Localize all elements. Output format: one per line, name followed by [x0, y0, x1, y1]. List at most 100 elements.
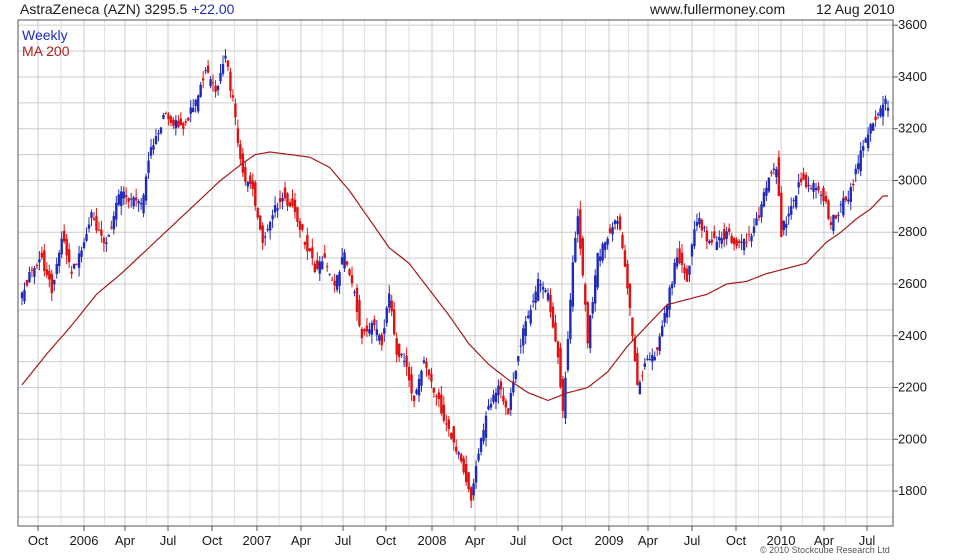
- candle-body: [693, 229, 696, 247]
- candle-body: [787, 213, 790, 217]
- x-tick-label: Jul: [684, 533, 701, 548]
- candle-body: [740, 241, 743, 243]
- candle-body: [460, 454, 463, 462]
- candle-body: [92, 218, 96, 220]
- candle-body: [886, 107, 890, 111]
- candle-body: [780, 192, 783, 238]
- candle-body: [259, 215, 262, 230]
- candle-body: [452, 426, 455, 443]
- legend-weekly: Weekly: [22, 27, 68, 43]
- candle-body: [268, 221, 272, 231]
- candle-body: [427, 369, 431, 376]
- candle-body: [507, 408, 510, 415]
- candle-body: [246, 181, 250, 187]
- candle-body: [802, 173, 805, 180]
- candle-body: [690, 244, 694, 257]
- candle-body: [596, 252, 599, 288]
- candle-body: [358, 300, 361, 326]
- candle-body: [162, 114, 165, 119]
- candle-body: [407, 366, 411, 381]
- candle-body: [839, 204, 843, 206]
- candle-body: [380, 334, 383, 346]
- candle-body: [311, 247, 314, 259]
- candle-body: [603, 242, 607, 251]
- candle-body: [286, 193, 289, 206]
- candle-body: [566, 338, 570, 371]
- candle-body: [474, 466, 478, 483]
- candle-body: [298, 221, 302, 230]
- candle-body: [420, 370, 423, 386]
- candle-body: [293, 199, 297, 212]
- candle-body: [623, 250, 627, 267]
- candle-body: [611, 226, 614, 235]
- candle-body: [814, 188, 818, 191]
- candle-body: [397, 344, 401, 357]
- candle-body: [869, 124, 872, 134]
- candle-body: [216, 86, 220, 91]
- candle-body: [43, 250, 46, 272]
- candle-body: [125, 195, 128, 197]
- candle-body: [554, 322, 557, 342]
- candle-body: [866, 134, 870, 149]
- candle-body: [291, 198, 294, 206]
- candle-body: [752, 226, 756, 234]
- candle-body: [430, 373, 433, 382]
- x-tick-label: Oct: [726, 533, 747, 548]
- candle-body: [504, 401, 508, 408]
- candle-body: [328, 273, 331, 275]
- candle-body: [50, 273, 53, 294]
- candle-body: [541, 286, 545, 290]
- x-tick-label: Jul: [510, 533, 527, 548]
- candle-body: [464, 463, 468, 483]
- candle-body: [296, 207, 299, 222]
- candle-body: [100, 229, 103, 236]
- candle-body: [852, 183, 855, 186]
- candle-body: [608, 228, 612, 233]
- candle-body: [316, 260, 319, 269]
- candle-body: [204, 70, 207, 72]
- candle-body: [107, 235, 111, 237]
- candle-body: [680, 252, 684, 266]
- candle-body: [735, 239, 738, 247]
- candle-body: [479, 438, 483, 453]
- candle-body: [762, 192, 766, 207]
- candle-body: [144, 176, 148, 201]
- candle-body: [832, 214, 835, 231]
- candle-body: [192, 107, 195, 113]
- candle-body: [189, 107, 192, 114]
- candle-body: [782, 220, 785, 231]
- candle-body: [60, 238, 63, 255]
- candle-body: [477, 453, 480, 461]
- candle-body: [115, 203, 118, 220]
- candle-body: [606, 238, 609, 245]
- candle-body: [67, 249, 71, 263]
- candle-body: [586, 302, 589, 344]
- candle-body: [713, 231, 716, 239]
- candle-body: [442, 404, 446, 421]
- candle-body: [254, 182, 257, 206]
- candle-body: [199, 84, 202, 97]
- candle-body: [683, 267, 686, 274]
- candle-body: [494, 392, 498, 403]
- candle-body: [157, 133, 160, 135]
- candle-body: [482, 430, 485, 442]
- candle-body: [288, 202, 292, 207]
- x-tick-label: Oct: [552, 533, 573, 548]
- candle-body: [120, 191, 123, 206]
- candle-body: [834, 215, 838, 219]
- candle-body: [412, 395, 416, 402]
- candle-body: [489, 403, 493, 408]
- y-axis-labels: 1800 2000 2200 2400 2600 2800 3000 3200 3400 3600: [893, 17, 927, 498]
- candle-body: [760, 204, 763, 218]
- candle-body: [365, 325, 369, 332]
- candle-body: [355, 287, 359, 313]
- candle-body: [670, 283, 674, 289]
- candle-body: [643, 363, 647, 367]
- candle-body: [737, 241, 741, 243]
- candle-body: [574, 238, 577, 262]
- candle-body: [755, 218, 758, 226]
- candle-body: [534, 291, 537, 304]
- candle-body: [23, 290, 26, 302]
- candle-body: [169, 116, 173, 123]
- candle-body: [502, 395, 505, 402]
